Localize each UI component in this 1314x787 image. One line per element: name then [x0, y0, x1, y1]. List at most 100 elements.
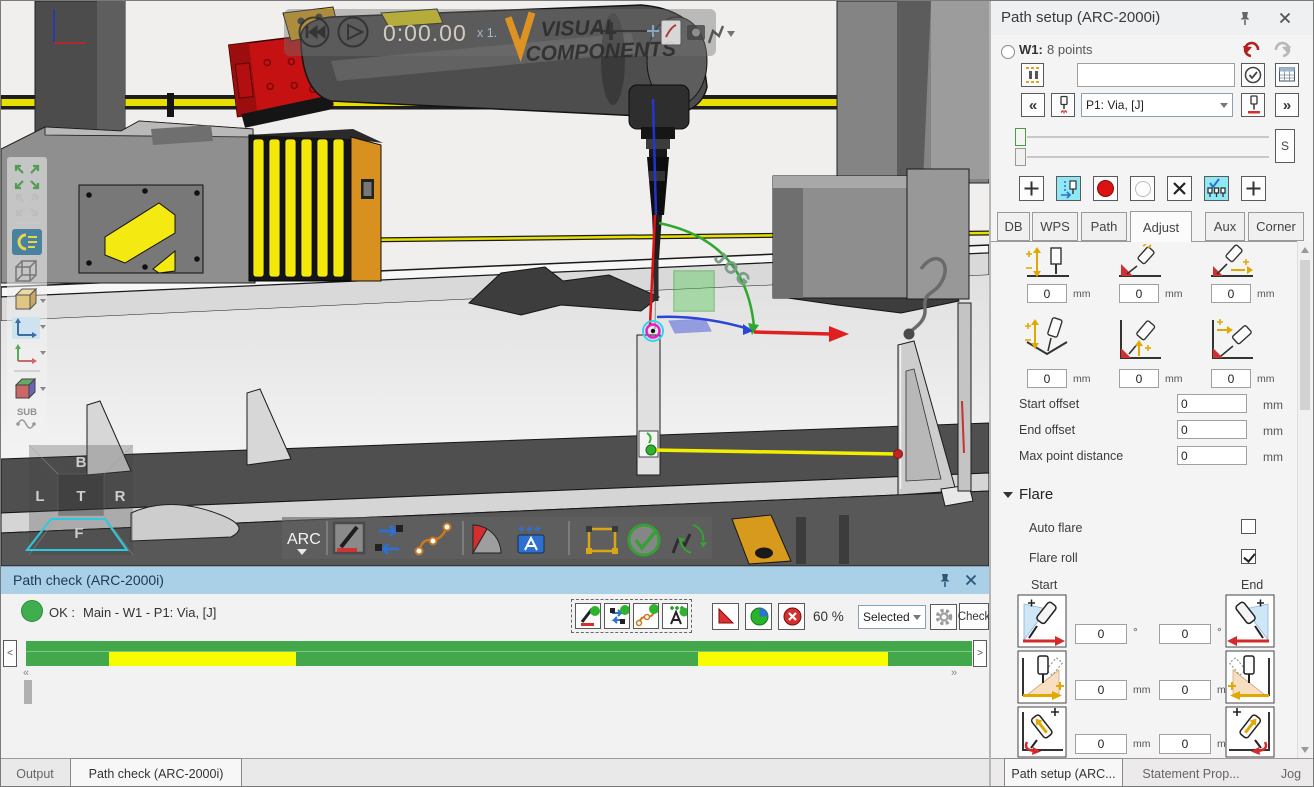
view-cube-right[interactable]: R [115, 488, 126, 505]
timeline-segment[interactable] [26, 652, 109, 666]
statement-name-input[interactable] [1077, 63, 1235, 87]
timeline-segment[interactable] [296, 652, 698, 666]
point-table-button[interactable] [1275, 63, 1299, 87]
toggle-path-check-button[interactable] [633, 603, 659, 629]
offset-input-3[interactable] [1211, 284, 1251, 303]
scope-select[interactable]: Selected [858, 605, 926, 629]
timeline-row-bottom[interactable] [26, 652, 972, 666]
toggle-labels-check-button[interactable] [662, 603, 688, 629]
sub-curve-tool[interactable]: SUB [16, 407, 37, 428]
flare-end-roll-input[interactable] [1159, 734, 1211, 754]
tab-wps[interactable]: WPS [1032, 212, 1078, 241]
apply-check-button[interactable] [1241, 63, 1265, 87]
timeline-row-top[interactable] [26, 641, 972, 652]
slider-track-2[interactable] [1027, 156, 1269, 158]
tab-adjust[interactable]: Adjust [1130, 211, 1192, 242]
point-select[interactable]: P1: Via, [J] [1081, 93, 1233, 117]
flare-start-angle-input[interactable] [1075, 624, 1127, 644]
add-point-after-button[interactable] [1241, 176, 1266, 201]
tab-path-check[interactable]: Path check (ARC-2000i) [70, 758, 242, 787]
viewport-3d-scene[interactable]: VISUAL COMPONENTS 0:00.00 x 1. [1, 1, 989, 566]
tab-path-setup-bottom[interactable]: Path setup (ARC... [1004, 758, 1123, 787]
prev-point-button[interactable] [1051, 93, 1075, 117]
view-cube-left[interactable]: L [35, 488, 44, 505]
flare-collapse-icon[interactable] [1003, 492, 1013, 498]
collision-status-icon[interactable] [712, 603, 739, 630]
panel-scrollbar[interactable] [1297, 242, 1312, 758]
delete-point-button[interactable] [1167, 176, 1192, 201]
toggle-collision-check-button[interactable] [575, 603, 601, 629]
slider-track-1[interactable] [1027, 136, 1269, 138]
close-icon[interactable] [963, 572, 979, 588]
max-point-distance-input[interactable] [1177, 446, 1247, 465]
tab-jog[interactable]: Jog [1271, 759, 1311, 787]
tab-statement-properties[interactable]: Statement Prop... [1131, 759, 1251, 787]
scroll-up-icon[interactable] [1301, 247, 1309, 253]
video-record-icon[interactable] [687, 25, 705, 40]
tab-path[interactable]: Path [1081, 212, 1127, 241]
slider-handle-2[interactable] [1015, 148, 1026, 166]
path-setup-header[interactable]: Path setup (ARC-2000i) [991, 1, 1314, 35]
arc-toolbar[interactable]: ARC [282, 517, 712, 559]
view-cube-back[interactable]: B [76, 454, 87, 471]
flare-end-length-input[interactable] [1159, 680, 1211, 700]
coverage-pie-icon[interactable] [745, 603, 772, 630]
scroll-down-icon[interactable] [1301, 747, 1309, 753]
statement-radio[interactable] [1001, 45, 1015, 59]
validate-check-icon[interactable] [629, 525, 659, 555]
tab-corner[interactable]: Corner [1248, 212, 1304, 241]
timeline-rewind-marker[interactable]: « [23, 667, 29, 679]
touchup-all-points-button[interactable] [1204, 176, 1229, 201]
start-offset-input[interactable] [1177, 394, 1247, 413]
timeline-forward-marker[interactable]: » [951, 667, 957, 679]
weld-tool-icon[interactable] [334, 523, 364, 553]
last-point-button[interactable]: » [1275, 93, 1299, 117]
auto-flare-checkbox[interactable] [1241, 519, 1256, 534]
view-cube[interactable]: B L T R F [27, 445, 133, 555]
timeline-segment[interactable] [109, 652, 295, 666]
end-offset-input[interactable] [1177, 420, 1247, 439]
offset-input-2[interactable] [1119, 284, 1159, 303]
viewport-left-toolbar[interactable]: SUB [7, 157, 47, 435]
undo-icon[interactable] [1241, 40, 1261, 58]
slider-handle-1[interactable] [1015, 128, 1026, 146]
timeline-next-button[interactable]: > [973, 640, 987, 667]
tab-aux[interactable]: Aux [1205, 212, 1245, 241]
check-button[interactable]: Check [959, 603, 989, 630]
offset-input-6[interactable] [1211, 369, 1251, 388]
pin-icon[interactable] [1237, 10, 1253, 26]
tab-db[interactable]: DB [997, 212, 1030, 241]
close-icon[interactable] [1277, 10, 1293, 26]
view-cube-front[interactable]: F [74, 525, 83, 542]
record-button[interactable] [1093, 176, 1118, 201]
timeline-bar[interactable] [26, 641, 972, 666]
offset-input-5[interactable] [1119, 369, 1159, 388]
redo-icon[interactable] [1273, 40, 1293, 58]
render-mode-button[interactable] [12, 229, 42, 255]
touchup-point-button[interactable] [1056, 176, 1081, 201]
stop-record-button[interactable] [1130, 176, 1155, 201]
view-cube-top[interactable]: T [76, 488, 85, 505]
timeline-segment[interactable] [888, 652, 972, 666]
offset-input-1[interactable] [1027, 284, 1067, 303]
add-point-before-button[interactable] [1019, 176, 1044, 201]
pin-icon[interactable] [937, 572, 953, 588]
offset-input-4[interactable] [1027, 369, 1067, 388]
pdf-export-icon[interactable] [661, 20, 681, 45]
speed-toggle-button[interactable]: S [1275, 129, 1295, 163]
timeline-scrubber-handle[interactable] [24, 680, 32, 704]
path-check-header[interactable]: Path check (ARC-2000i) [1, 567, 989, 594]
align-points-button[interactable] [1021, 63, 1044, 87]
check-settings-button[interactable] [930, 604, 957, 630]
next-point-button[interactable] [1241, 93, 1265, 117]
error-status-icon[interactable] [778, 603, 805, 630]
scrollbar-thumb[interactable] [1300, 260, 1310, 410]
toggle-reach-check-button[interactable] [604, 603, 630, 629]
flare-start-length-input[interactable] [1075, 680, 1127, 700]
flare-start-roll-input[interactable] [1075, 734, 1127, 754]
flare-end-angle-input[interactable] [1159, 624, 1211, 644]
flare-roll-checkbox[interactable] [1241, 549, 1256, 564]
timeline-prev-button[interactable]: < [3, 640, 17, 667]
first-point-button[interactable]: « [1021, 93, 1045, 117]
tab-output[interactable]: Output [1, 759, 69, 787]
